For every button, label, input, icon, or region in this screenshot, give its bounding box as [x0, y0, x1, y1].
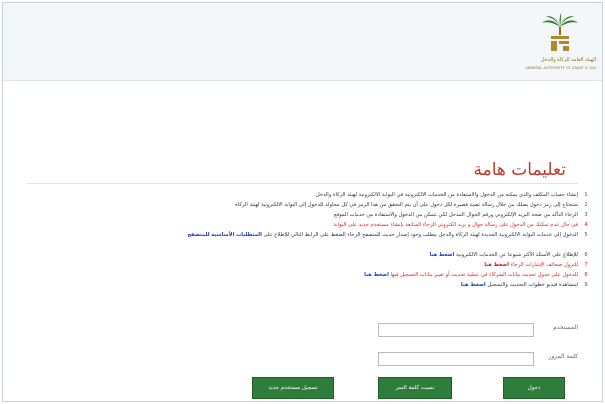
- password-row: كلمة المرور: [378, 352, 578, 366]
- instruction-item-alert: 4 في حال عدم تمكنك من الدخول على رسالة ج…: [9, 220, 590, 230]
- forgot-password-button[interactable]: نسيت كلمة السر: [378, 377, 452, 399]
- item-text: للإطلاع على الأسئلة الأكثر شيوعا عن الخد…: [456, 252, 578, 258]
- item-text: الرجاء التأكد من صحة البريد الإلكتروني و…: [334, 212, 578, 218]
- instruction-item: 5 الدخول إلى خدمات البوابة الالكترونية ا…: [9, 230, 590, 250]
- palm-tree-logo-icon: [542, 13, 578, 51]
- item-number: 3: [584, 212, 588, 218]
- video-link[interactable]: اضغط هنا: [461, 282, 486, 288]
- org-name-english: GENERAL AUTHORITY OF ZAKAT & TAX: [525, 66, 596, 70]
- instructions-list: 1 إنشاء حساب المكلف والذي يمكنه من الدخو…: [9, 190, 590, 290]
- item-text: الدخول إلى خدمات البوابة الالكترونية الج…: [263, 232, 578, 238]
- instruction-item: 3 الرجاء التأكد من صحة البريد الإلكتروني…: [9, 210, 590, 220]
- item-number: 7: [584, 262, 588, 268]
- faq-link[interactable]: اضغط هنا: [430, 252, 455, 258]
- instruction-item: 1 إنشاء حساب المكلف والذي يمكنه من الدخو…: [9, 190, 590, 200]
- item-number: 2: [584, 202, 588, 208]
- username-label: المستخدم: [553, 324, 578, 331]
- item-number: 6: [584, 252, 588, 258]
- browser-requirements-link[interactable]: المتطلبات الأساسية: [211, 232, 262, 238]
- username-row: المستخدم: [378, 323, 578, 337]
- login-page: الهيئة العامة للزكاة والدخل GENERAL AUTH…: [2, 2, 603, 402]
- authority-logo[interactable]: الهيئة العامة للزكاة والدخل GENERAL AUTH…: [524, 13, 596, 77]
- item-number: 9: [584, 282, 588, 288]
- title-divider: [27, 183, 578, 184]
- username-input[interactable]: [378, 323, 534, 337]
- download-forms-link[interactable]: اضغط هنا: [484, 262, 509, 268]
- item-text: إنشاء حساب المكلف والذي يمكنه من الدخول …: [315, 192, 578, 198]
- item-text: للدخول على جدول تحديث بيانات الشركاء في …: [390, 272, 578, 278]
- item-text: لمشاهدة فيديو خطوات التحديث والتسجيل: [487, 282, 578, 288]
- instruction-item: 6 للإطلاع على الأسئلة الأكثر شيوعا عن ال…: [9, 250, 590, 260]
- item-text: للتزول صحائف الإشارات الرجاء: [510, 262, 578, 268]
- item-number: 1: [584, 192, 588, 198]
- register-button[interactable]: تسجيل مستخدم جديد: [252, 377, 334, 399]
- instruction-item-alert: 7 للتزول صحائف الإشارات الرجاء اضغط هنا: [9, 260, 590, 270]
- instruction-item-alert: 8 للدخول على جدول تحديث بيانات الشركاء ف…: [9, 270, 590, 280]
- item-number: 4: [584, 222, 588, 228]
- org-name-arabic: الهيئة العامة للزكاة والدخل: [540, 57, 596, 63]
- instruction-item: 9 لمشاهدة فيديو خطوات التحديث والتسجيل ا…: [9, 280, 590, 290]
- password-input[interactable]: [378, 352, 534, 366]
- login-button[interactable]: دخول: [503, 377, 565, 399]
- browser-requirements-link-cont[interactable]: للمتصفح: [187, 232, 209, 238]
- item-number: 5: [584, 232, 588, 238]
- update-partners-link[interactable]: اضغط هنا: [364, 272, 389, 278]
- item-text: في حال عدم تمكنك من الدخول على رسالة جوا…: [333, 222, 578, 228]
- item-text: ستحتاج إلى رمز دخول يصلك من خلال رسالة ن…: [235, 202, 578, 208]
- instruction-item: 2 ستحتاج إلى رمز دخول يصلك من خلال رسالة…: [9, 200, 590, 210]
- page-header: الهيئة العامة للزكاة والدخل GENERAL AUTH…: [3, 3, 602, 81]
- item-number: 8: [584, 272, 588, 278]
- password-label: كلمة المرور: [548, 353, 578, 360]
- page-title: تعليمات هامة: [473, 160, 566, 180]
